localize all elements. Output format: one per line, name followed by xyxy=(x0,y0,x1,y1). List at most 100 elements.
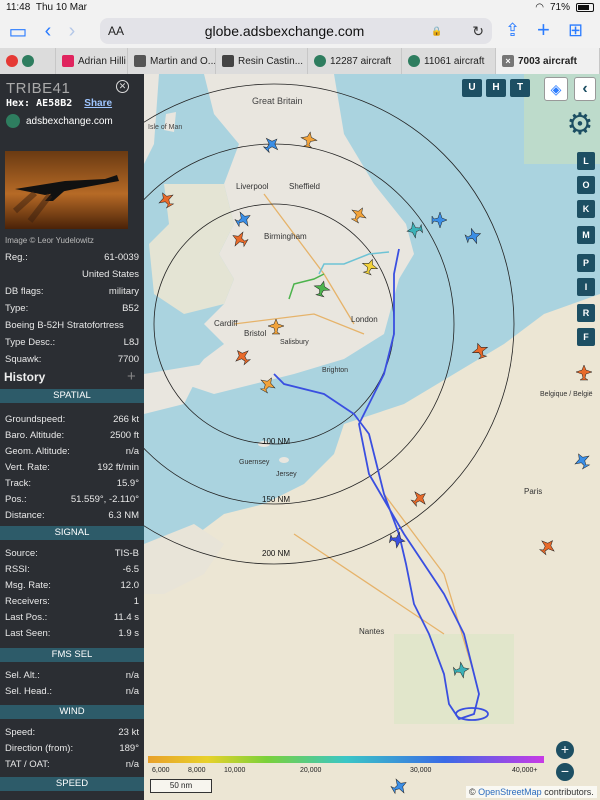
openstreetmap-link[interactable]: OpenStreetMap xyxy=(478,787,542,797)
alt-tick: 10,000 xyxy=(224,767,246,774)
spatial-label: Vert. Rate: xyxy=(5,462,50,473)
map-button-r[interactable]: R xyxy=(577,304,595,322)
layers-icon[interactable]: ◈ xyxy=(544,77,568,101)
label-cardiff: Cardiff xyxy=(214,319,238,328)
fms-value: n/a xyxy=(125,686,139,697)
label-guernsey: Guernsey xyxy=(239,459,270,466)
map-button-m[interactable]: M xyxy=(577,226,595,244)
adsbx-logo-icon xyxy=(6,114,20,128)
map-button-p[interactable]: P xyxy=(577,254,595,272)
spatial-label: Distance: xyxy=(5,510,45,521)
label-brighton: Brighton xyxy=(322,367,348,374)
section-signal[interactable]: SIGNAL xyxy=(0,526,144,540)
map-canvas[interactable]: Great Britain Isle of Man Liverpool Shef… xyxy=(144,74,600,800)
adsbx-link-row[interactable]: adsbexchange.com xyxy=(6,114,113,128)
zoom-out-button[interactable]: − xyxy=(556,763,574,781)
map-button-l[interactable]: L xyxy=(577,152,595,170)
spatial-label: Track: xyxy=(5,478,32,489)
section-spatial[interactable]: SPATIAL xyxy=(0,389,144,403)
aircraft-photo[interactable] xyxy=(5,151,128,229)
close-tab-icon[interactable]: × xyxy=(502,55,514,67)
tab-bar: Adrian Hilli Martin and O... Resin Casti… xyxy=(0,48,600,74)
tab-resin[interactable]: Resin Castin... xyxy=(216,48,308,74)
map-button-u[interactable]: U xyxy=(462,79,482,97)
signal-value: 1 xyxy=(133,596,139,607)
label-isle-of-man: Isle of Man xyxy=(148,124,182,131)
map-button-f[interactable]: F xyxy=(577,328,595,346)
range-label-200nm: 200 NM xyxy=(262,549,290,558)
section-fms-sel[interactable]: FMS SEL xyxy=(0,648,144,662)
spatial-label: Geom. Altitude: xyxy=(5,446,70,457)
map-button-o[interactable]: O xyxy=(577,176,595,194)
new-tab-icon[interactable]: + xyxy=(537,17,550,43)
map-button-k[interactable]: K xyxy=(577,200,595,218)
section-speed[interactable]: SPEED xyxy=(0,777,144,791)
battery-percent: 71% xyxy=(549,1,570,13)
wind-row: TAT / OAT: n/a xyxy=(5,759,139,770)
spatial-row: Groundspeed: 266 kt xyxy=(5,414,139,425)
settings-gear-icon[interactable]: ⚙ xyxy=(564,110,596,142)
address-bar[interactable]: AA globe.adsbexchange.com 🔒 ↻ xyxy=(100,18,492,44)
alt-tick: 6,000 xyxy=(152,767,170,774)
tab-label: Martin and O... xyxy=(150,55,216,67)
map-view[interactable]: Great Britain Isle of Man Liverpool Shef… xyxy=(144,74,600,800)
tab-11061-aircraft[interactable]: 11061 aircraft xyxy=(402,48,496,74)
attribution-suffix: contributors. xyxy=(544,787,594,797)
spatial-value: 2500 ft xyxy=(109,430,139,441)
adsbx-link[interactable]: adsbexchange.com xyxy=(26,116,113,127)
spatial-row: Distance: 6.3 NM xyxy=(5,510,139,521)
share-icon[interactable]: ⇪ xyxy=(505,20,520,41)
collapse-panel-icon[interactable]: ‹ xyxy=(574,77,596,101)
map-button-h[interactable]: H xyxy=(486,79,506,97)
tab-favicon-icon xyxy=(408,55,420,67)
wind-label: TAT / OAT: xyxy=(5,759,50,770)
hex-label: Hex: xyxy=(6,98,31,109)
close-panel-icon[interactable]: ✕ xyxy=(116,80,129,93)
tab-label: 11061 aircraft xyxy=(424,55,485,67)
section-wind[interactable]: WIND xyxy=(0,705,144,719)
tab-label: 7003 aircraft xyxy=(518,55,577,67)
info-row: Type Desc.: L8J xyxy=(5,337,139,348)
spatial-value: 51.559°, -2.110° xyxy=(70,494,139,505)
info-row: Boeing B-52H Stratofortress xyxy=(5,320,139,331)
tab-favicon-icon xyxy=(314,55,326,67)
map-button-t[interactable]: T xyxy=(510,79,530,97)
url-text[interactable]: globe.adsbexchange.com xyxy=(138,23,431,39)
history-heading[interactable]: History xyxy=(4,370,45,384)
expand-history-icon[interactable]: + xyxy=(127,368,136,385)
info-label: Reg.: xyxy=(5,252,28,263)
signal-row: Source: TIS-B xyxy=(5,548,139,559)
spatial-value: 266 kt xyxy=(113,414,139,425)
tab-overview-icon[interactable]: ⊞ xyxy=(568,20,583,41)
reload-icon[interactable]: ↻ xyxy=(472,23,484,40)
fms-row: Sel. Alt.: n/a xyxy=(5,670,139,681)
back-button[interactable]: ‹ xyxy=(36,20,60,43)
label-bristol: Bristol xyxy=(244,329,266,338)
tab-adrian[interactable]: Adrian Hilli xyxy=(56,48,128,74)
tab-pinned[interactable] xyxy=(0,48,56,74)
wind-value: 189° xyxy=(119,743,139,754)
info-label: DB flags: xyxy=(5,286,44,297)
range-label-150nm: 150 NM xyxy=(262,495,290,504)
info-label: Type Desc.: xyxy=(5,337,56,348)
alt-tick: 8,000 xyxy=(188,767,206,774)
zoom-in-button[interactable]: + xyxy=(556,741,574,759)
fms-value: n/a xyxy=(125,670,139,681)
share-link[interactable]: Share xyxy=(84,98,112,109)
battery-icon xyxy=(576,2,594,12)
tab-12287-aircraft[interactable]: 12287 aircraft xyxy=(308,48,402,74)
reader-aa-button[interactable]: AA xyxy=(108,24,138,38)
forward-button[interactable]: › xyxy=(60,20,84,43)
tab-label: Resin Castin... xyxy=(238,55,304,67)
tab-7003-aircraft[interactable]: × 7003 aircraft xyxy=(496,48,600,74)
status-date: Thu 10 Mar xyxy=(35,1,87,13)
signal-label: Msg. Rate: xyxy=(5,580,51,591)
fms-label: Sel. Alt.: xyxy=(5,670,40,681)
wifi-icon: ◠ xyxy=(535,1,544,13)
map-button-i[interactable]: I xyxy=(577,278,595,296)
signal-label: Source: xyxy=(5,548,38,559)
lock-icon: 🔒 xyxy=(431,25,443,36)
sidebar-toggle-icon[interactable]: ▭ xyxy=(6,19,30,44)
tab-favicon-icon xyxy=(22,55,34,67)
tab-martin[interactable]: Martin and O... xyxy=(128,48,216,74)
